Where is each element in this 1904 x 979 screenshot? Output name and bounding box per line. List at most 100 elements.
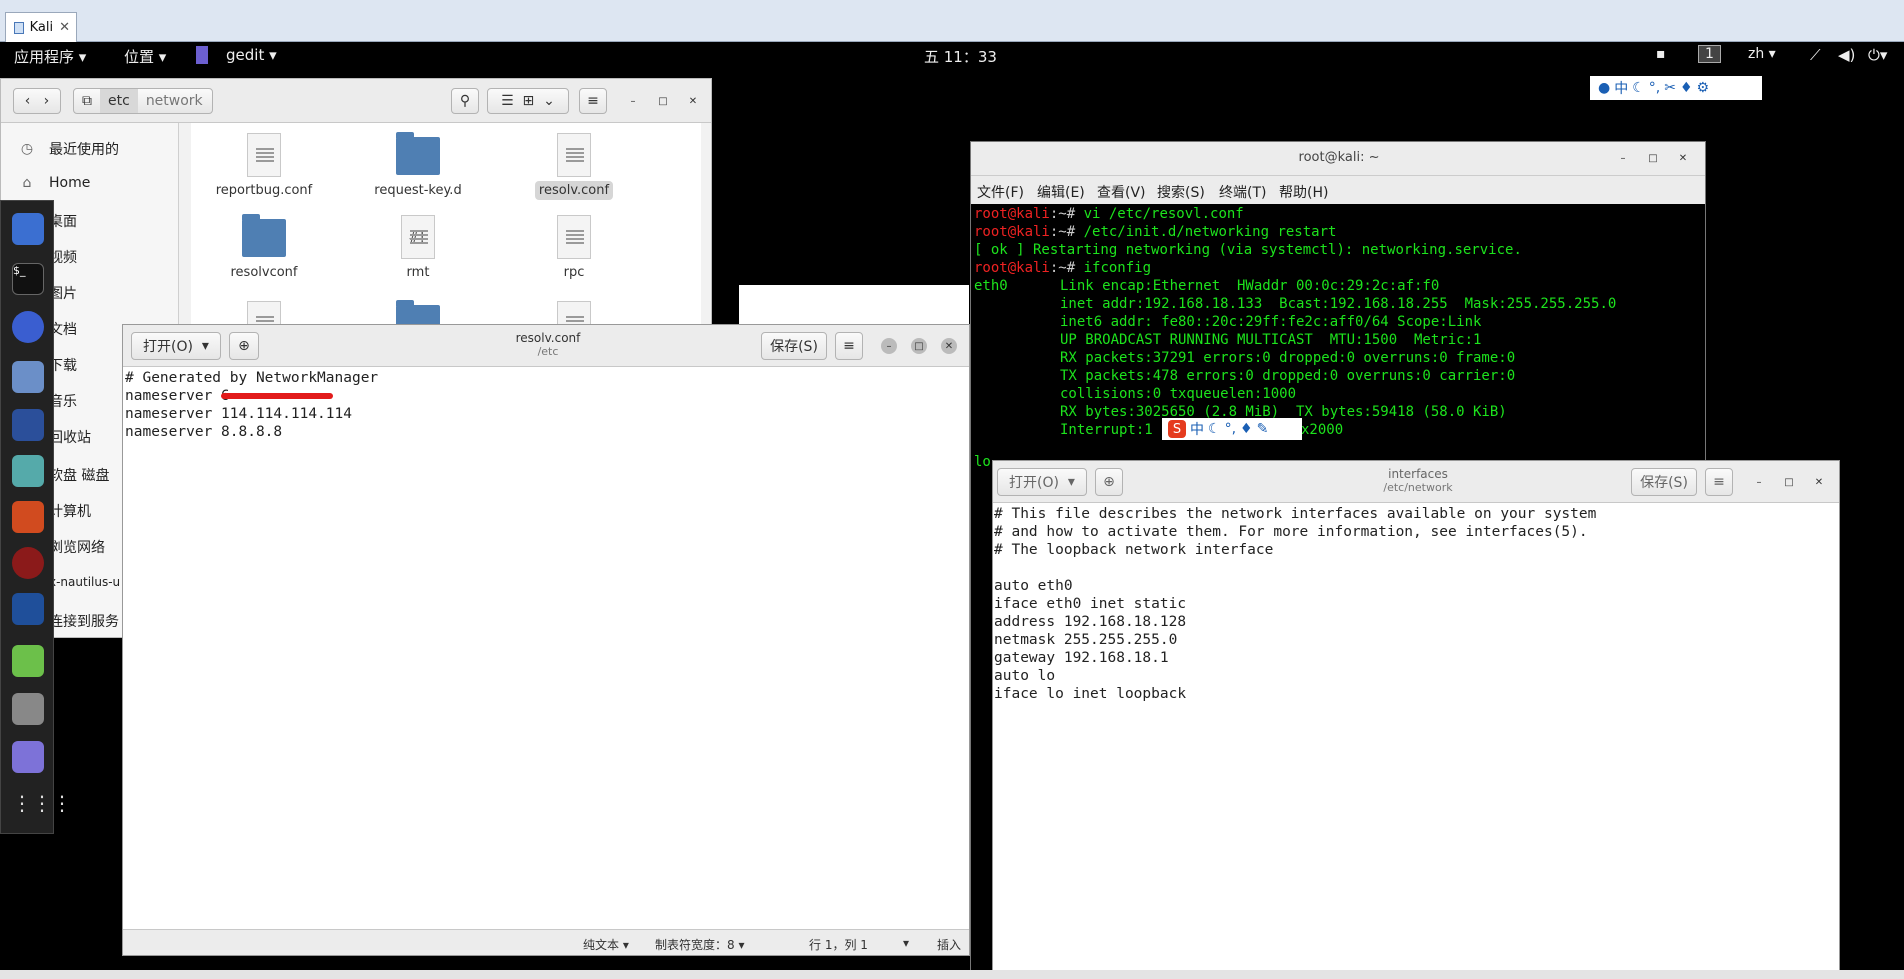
ime-toolbar[interactable]: ● 中 ☾ °, ✂ ♦ ⚙ — [1590, 76, 1762, 100]
burp-icon[interactable] — [12, 501, 44, 533]
close-icon[interactable]: ✕ — [685, 93, 701, 109]
files-icon[interactable] — [12, 361, 44, 393]
menu-file[interactable]: 文件(F) — [977, 182, 1024, 202]
close-icon[interactable]: ✕ — [1811, 474, 1827, 490]
wrench-icon[interactable]: ✎ — [1257, 421, 1269, 437]
chevron-down-icon[interactable]: ▾ — [903, 936, 909, 950]
editor-line[interactable]: address 192.168.18.128 — [994, 613, 1186, 631]
back-forward-buttons[interactable]: ‹ › — [13, 88, 61, 114]
menu-icon[interactable]: ≡ — [579, 88, 607, 114]
menu-icon[interactable]: ≡ — [1705, 468, 1733, 496]
maximize-icon[interactable]: □ — [911, 338, 927, 354]
menu-icon[interactable]: ≡ — [835, 332, 863, 360]
editor-line[interactable]: iface eth0 inet static — [994, 595, 1186, 613]
shirt-icon[interactable]: ♦ — [1240, 421, 1253, 437]
terminal-icon[interactable]: $_ — [12, 263, 44, 295]
tab-width-selector[interactable]: 制表符宽度：8 ▾ — [655, 936, 744, 953]
active-app-menu[interactable]: gedit ▾ — [196, 46, 277, 64]
workspace-indicator[interactable]: 1 — [1698, 45, 1721, 63]
sidebar-item-recent[interactable]: ◷ 最近使用的 — [19, 139, 119, 159]
armitage-icon[interactable] — [12, 409, 44, 441]
close-icon[interactable]: ✕ — [59, 20, 70, 35]
menu-terminal[interactable]: 终端(T) — [1219, 182, 1266, 202]
breadcrumb-etc[interactable]: etc — [100, 89, 138, 113]
view-switcher[interactable]: ☰ ⊞ ⌄ — [487, 88, 569, 114]
editor-line[interactable]: # This file describes the network interf… — [994, 505, 1596, 523]
editor-line[interactable]: # The loopback network interface — [994, 541, 1273, 559]
gear-icon[interactable]: ⚙ — [1697, 80, 1710, 96]
menu-edit[interactable]: 编辑(E) — [1037, 182, 1085, 202]
language-selector[interactable]: 纯文本 ▾ — [583, 936, 629, 953]
maximize-icon[interactable]: □ — [1645, 150, 1661, 166]
sidebar-item-floppy[interactable]: 软盘 磁盘 — [49, 465, 109, 485]
file-item-selected[interactable]: resolv.conf — [509, 133, 639, 200]
ime-chinese-label[interactable]: 中 — [1190, 419, 1204, 439]
notes-icon[interactable] — [12, 645, 44, 677]
maximize-icon[interactable]: □ — [655, 93, 671, 109]
browser-icon[interactable] — [12, 213, 44, 245]
breadcrumb-network[interactable]: network — [138, 93, 211, 109]
moon-icon[interactable]: ☾ — [1208, 421, 1221, 437]
editor-line[interactable]: iface lo inet loopback — [994, 685, 1186, 703]
language-menu[interactable]: zh ▾ — [1748, 46, 1776, 62]
open-button[interactable]: 打开(O) ▾ — [997, 468, 1087, 496]
save-button[interactable]: 保存(S) — [761, 332, 827, 360]
punct-icon[interactable]: °, — [1649, 80, 1660, 96]
sidebar-item-trash[interactable]: 回收站 — [49, 427, 91, 447]
search-icon[interactable]: ⚲ — [451, 88, 479, 114]
user-icon[interactable]: ● — [1598, 80, 1610, 96]
minimize-icon[interactable]: – — [881, 338, 897, 354]
applications-menu[interactable]: 应用程序 ▾ — [14, 46, 86, 67]
sogou-icon[interactable]: S — [1168, 420, 1186, 438]
apps-grid-icon[interactable]: ⋮⋮⋮ — [12, 791, 72, 823]
sidebar-item-connect-server[interactable]: 连接到服务 — [49, 611, 119, 631]
file-item[interactable]: request-key.d — [353, 132, 483, 198]
places-menu[interactable]: 位置 ▾ — [124, 46, 166, 67]
new-tab-icon[interactable]: ⊕ — [1095, 468, 1123, 496]
camera-icon[interactable]: ▪ — [1656, 46, 1666, 62]
menu-view[interactable]: 查看(V) — [1097, 182, 1146, 202]
close-icon[interactable]: ✕ — [941, 338, 957, 354]
metasploit-icon[interactable] — [12, 311, 44, 343]
sidebar-item-nautilus[interactable]: x-nautilus-u — [49, 575, 120, 589]
editor-line[interactable]: auto eth0 — [994, 577, 1073, 595]
gedit-icon[interactable] — [12, 741, 44, 773]
root-icon[interactable]: ⧉ — [74, 93, 100, 109]
ime-floating-toolbar[interactable]: S 中 ☾ °, ♦ ✎ — [1162, 418, 1302, 440]
close-icon[interactable]: ✕ — [1675, 150, 1691, 166]
punct-icon[interactable]: °, — [1225, 421, 1236, 437]
screenshot-icon[interactable] — [12, 693, 44, 725]
editor-line[interactable]: nameserver 6 — [125, 387, 230, 405]
editor-line[interactable]: nameserver 114.114.114.114 — [125, 405, 352, 423]
avatar-app-icon[interactable] — [12, 455, 44, 487]
minimize-icon[interactable]: – — [1751, 474, 1767, 490]
save-button[interactable]: 保存(S) — [1631, 468, 1697, 496]
sidebar-item-home[interactable]: ⌂ Home — [19, 175, 91, 191]
power-icon[interactable]: ⏻▾ — [1868, 46, 1887, 64]
sidebar-item-computer[interactable]: 计算机 — [49, 501, 91, 521]
file-item[interactable]: #! rmt — [353, 215, 483, 280]
editor-line[interactable]: # and how to activate them. For more inf… — [994, 523, 1588, 541]
editor-line[interactable]: nameserver 8.8.8.8 — [125, 423, 282, 441]
menu-search[interactable]: 搜索(S) — [1157, 182, 1205, 202]
faraday-icon[interactable] — [12, 547, 44, 579]
open-button[interactable]: 打开(O) ▾ — [131, 332, 221, 360]
cursor-position[interactable]: 行 1，列 1 — [809, 936, 868, 953]
shirt-icon[interactable]: ♦ — [1680, 80, 1693, 96]
ime-chinese-label[interactable]: 中 — [1614, 78, 1628, 98]
file-item[interactable]: reportbug.conf — [199, 133, 329, 198]
scissors-icon[interactable]: ✂ — [1664, 80, 1676, 96]
file-item[interactable]: rpc — [509, 215, 639, 280]
maltego-icon[interactable] — [12, 593, 44, 625]
moon-icon[interactable]: ☾ — [1632, 80, 1645, 96]
minimize-icon[interactable]: – — [625, 93, 641, 109]
new-tab-icon[interactable]: ⊕ — [229, 332, 259, 360]
network-icon[interactable]: ⟋ — [1810, 46, 1821, 64]
editor-line[interactable]: netmask 255.255.255.0 — [994, 631, 1177, 649]
editor-line[interactable]: auto lo — [994, 667, 1055, 685]
maximize-icon[interactable]: □ — [1781, 474, 1797, 490]
sidebar-item-network[interactable]: 浏览网络 — [49, 537, 105, 557]
editor-line[interactable]: gateway 192.168.18.1 — [994, 649, 1169, 667]
vm-tab-kali[interactable]: Kali ✕ — [5, 12, 77, 42]
file-item[interactable]: resolvconf — [199, 214, 329, 280]
